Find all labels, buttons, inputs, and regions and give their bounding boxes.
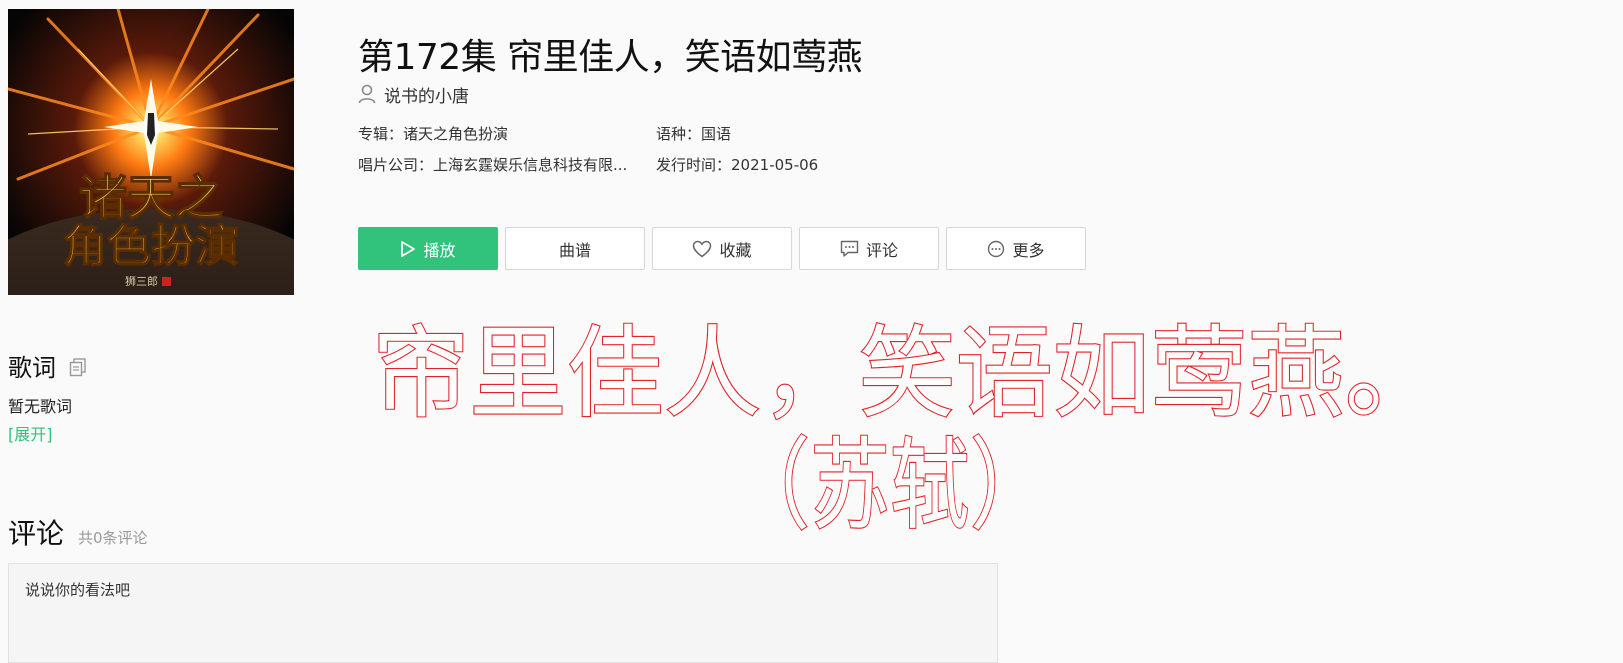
comment-icon xyxy=(840,240,859,257)
quote-line-1: 帘里佳人，笑语如莺燕。 xyxy=(372,315,1442,432)
cover-author-mark: 狮三郎 xyxy=(125,274,158,288)
score-label: 曲谱 xyxy=(558,240,591,260)
more-label: 更多 xyxy=(1012,240,1045,260)
lyrics-heading: 歌词 xyxy=(8,354,56,382)
score-button[interactable]: 曲谱 xyxy=(505,227,645,270)
song-title: 第172集 帘里佳人，笑语如莺燕 xyxy=(358,37,863,78)
cover-title-line1: 诸天之 xyxy=(79,170,223,226)
cover-seal xyxy=(162,277,171,286)
more-button[interactable]: 更多 xyxy=(946,227,1086,270)
comment-label: 评论 xyxy=(865,240,898,260)
lyrics-header: 歌词 xyxy=(8,348,88,383)
language-label: 语种： xyxy=(656,125,702,143)
comment-button[interactable]: 评论 xyxy=(799,227,939,270)
action-bar: 播放 曲谱 收藏 评论 更多 xyxy=(358,227,1086,270)
artist-link[interactable]: 说书的小唐 xyxy=(358,82,469,107)
record-label-label: 唱片公司： xyxy=(358,156,434,174)
comments-header: 评论 共0条评论 xyxy=(8,512,148,552)
play-button[interactable]: 播放 xyxy=(358,227,498,270)
record-label-info: 唱片公司：上海玄霆娱乐信息科技有限... xyxy=(358,154,627,175)
comment-placeholder: 说说你的看法吧 xyxy=(25,581,131,599)
more-icon xyxy=(988,240,1005,257)
heart-icon xyxy=(693,240,712,257)
artist-name[interactable]: 说书的小唐 xyxy=(384,82,469,107)
favorite-button[interactable]: 收藏 xyxy=(652,227,792,270)
play-label: 播放 xyxy=(423,240,456,260)
cover-title-line2: 角色扮演 xyxy=(63,221,239,272)
comments-heading: 评论 xyxy=(8,517,65,550)
favorite-label: 收藏 xyxy=(719,240,752,260)
quote-line-2: （苏轼） xyxy=(730,427,1050,544)
album-cover[interactable]: 诸天之 角色扮演 狮三郎 xyxy=(8,9,294,295)
album-info: 专辑：诸天之角色扮演 xyxy=(358,123,508,144)
no-lyrics-text: 暂无歌词 xyxy=(8,397,73,416)
copy-icon[interactable] xyxy=(68,357,88,377)
user-icon xyxy=(358,84,376,104)
language-value: 国语 xyxy=(701,125,732,143)
album-link[interactable]: 诸天之角色扮演 xyxy=(403,125,508,143)
release-label: 发行时间： xyxy=(656,156,732,174)
play-icon xyxy=(401,240,416,257)
release-info: 发行时间：2021-05-06 xyxy=(656,154,818,175)
comment-input[interactable]: 说说你的看法吧 xyxy=(8,563,998,663)
album-label: 专辑： xyxy=(358,125,404,143)
release-date: 2021-05-06 xyxy=(731,156,819,174)
language-info: 语种：国语 xyxy=(656,123,731,144)
expand-lyrics-link[interactable]: [展开] xyxy=(8,421,53,445)
record-label-link[interactable]: 上海玄霆娱乐信息科技有限... xyxy=(433,156,627,174)
comment-count: 共0条评论 xyxy=(78,529,148,547)
